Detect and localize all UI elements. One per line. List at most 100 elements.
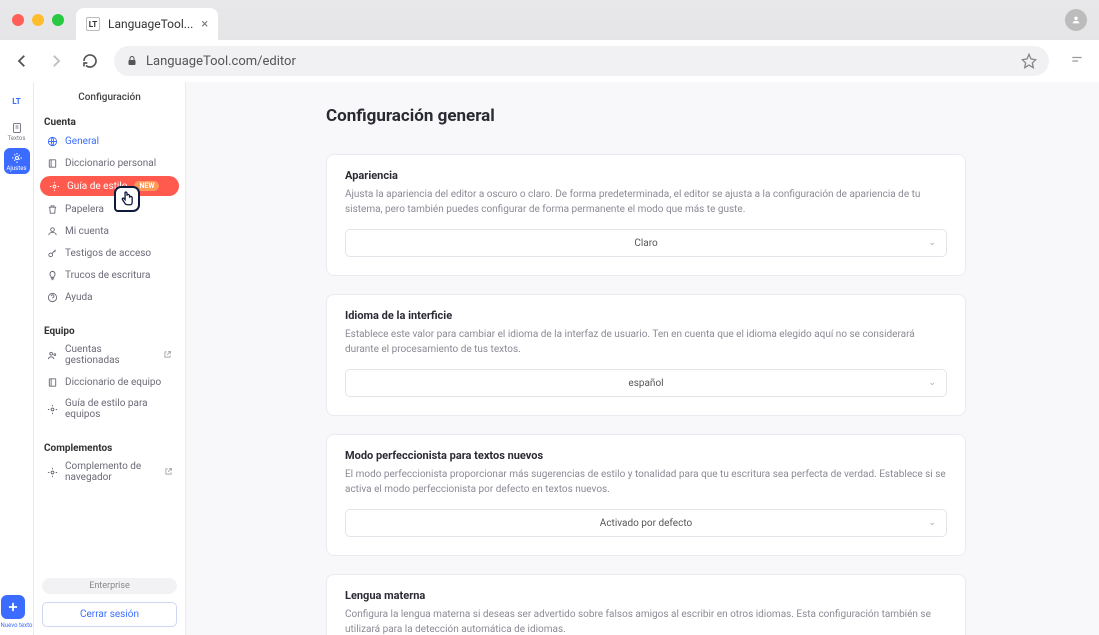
user-icon <box>46 225 58 237</box>
close-window-button[interactable] <box>12 14 24 26</box>
sidebar-item-general[interactable]: General <box>34 130 185 152</box>
minimize-window-button[interactable] <box>32 14 44 26</box>
chevron-down-icon: ⌄ <box>928 518 936 528</box>
sidebar-item-label: Diccionario de equipo <box>65 377 161 388</box>
users-icon <box>46 349 58 361</box>
lightbulb-icon <box>46 269 58 281</box>
sparkle-icon <box>48 180 60 192</box>
sidebar-item-label: Papelera <box>65 204 104 215</box>
help-icon <box>46 291 58 303</box>
card-desc: Ajusta la apariencia del editor a oscuro… <box>345 188 947 217</box>
sidebar-item-label: Mi cuenta <box>65 226 109 237</box>
browser-tab[interactable]: LT LanguageTool... × <box>76 8 218 40</box>
signout-button[interactable]: Cerrar sesión <box>42 602 177 627</box>
card-idioma: Idioma de la interficie Establece este v… <box>326 294 966 416</box>
section-heading-complementos: Complementos <box>34 437 185 456</box>
rail-new-label: Nuevo texto <box>1 623 33 629</box>
left-rail: LT Textos Ajustes Nuevo texto <box>0 82 34 635</box>
url-text: LanguageTool.com/editor <box>146 54 296 69</box>
chevron-down-icon: ⌄ <box>928 378 936 388</box>
maximize-window-button[interactable] <box>52 14 64 26</box>
reload-button[interactable] <box>80 51 100 71</box>
select-idioma[interactable]: español ⌄ <box>345 369 947 397</box>
external-link-icon <box>163 350 173 360</box>
card-desc: Configura la lengua materna si deseas se… <box>345 608 947 635</box>
select-value: Claro <box>634 238 657 249</box>
address-bar[interactable]: LanguageTool.com/editor <box>114 46 1049 76</box>
browser-chrome: LT LanguageTool... × LanguageTool.com/ed… <box>0 0 1099 82</box>
sidebar-item-guia-equipos[interactable]: Guía de estilo para equipos <box>34 393 185 425</box>
favicon-icon: LT <box>86 17 100 31</box>
select-apariencia[interactable]: Claro ⌄ <box>345 229 947 257</box>
card-title: Idioma de la interficie <box>345 309 947 322</box>
book-icon <box>46 376 58 388</box>
sidebar-item-label: General <box>65 136 99 147</box>
select-value: Activado por defecto <box>600 518 692 529</box>
rail-textos[interactable]: Textos <box>4 118 30 144</box>
card-title: Modo perfeccionista para textos nuevos <box>345 449 947 462</box>
card-title: Apariencia <box>345 169 947 182</box>
card-desc: El modo perfeccionista proporcionar más … <box>345 468 947 497</box>
rail-logo[interactable]: LT <box>4 88 30 114</box>
puzzle-icon <box>46 466 58 478</box>
forward-button <box>46 51 66 71</box>
section-heading-cuenta: Cuenta <box>34 111 185 130</box>
sidebar-item-ayuda[interactable]: Ayuda <box>34 286 185 308</box>
external-link-icon <box>164 467 173 477</box>
sidebar-footer: Enterprise Cerrar sesión <box>34 570 185 635</box>
select-value: español <box>628 378 663 389</box>
sidebar-item-trucos[interactable]: Trucos de escritura <box>34 264 185 286</box>
page-title: Configuración general <box>326 106 966 126</box>
sidebar-item-micuenta[interactable]: Mi cuenta <box>34 220 185 242</box>
rail-label: Ajustes <box>7 166 27 172</box>
book-icon <box>46 157 58 169</box>
titlebar: LT LanguageTool... × <box>0 0 1099 40</box>
sidebar-item-label: Cuentas gestionadas <box>65 344 156 366</box>
card-perfeccionista: Modo perfeccionista para textos nuevos E… <box>326 434 966 556</box>
sidebar-item-testigos[interactable]: Testigos de acceso <box>34 242 185 264</box>
sidebar-item-diccionario[interactable]: Diccionario personal <box>34 152 185 174</box>
sidebar-item-label: Complemento de navegador <box>65 461 157 483</box>
back-button[interactable] <box>12 51 32 71</box>
sidebar-item-papelera[interactable]: Papelera <box>34 198 185 220</box>
sidebar-item-complemento-navegador[interactable]: Complemento de navegador <box>34 456 185 488</box>
chevron-down-icon: ⌄ <box>928 238 936 248</box>
tab-title: LanguageTool... <box>108 17 193 31</box>
profile-avatar-icon[interactable] <box>1065 9 1087 31</box>
tab-close-icon[interactable]: × <box>201 17 208 32</box>
rail-label: Textos <box>8 136 26 142</box>
document-icon <box>10 121 24 135</box>
sidebar-item-label: Trucos de escritura <box>65 270 150 281</box>
sidebar-item-label: Testigos de acceso <box>65 248 151 259</box>
logo-icon: LT <box>10 94 24 108</box>
sidebar-item-label: Diccionario personal <box>65 158 156 169</box>
sidebar-item-cuentas-gestionadas[interactable]: Cuentas gestionadas <box>34 339 185 371</box>
card-desc: Establece este valor para cambiar el idi… <box>345 328 947 357</box>
section-heading-equipo: Equipo <box>34 320 185 339</box>
select-perfeccionista[interactable]: Activado por defecto ⌄ <box>345 509 947 537</box>
sidebar-title: Configuración <box>34 82 185 111</box>
new-text-button[interactable] <box>1 595 25 619</box>
settings-sidebar: Configuración Cuenta General Diccionario… <box>34 82 186 635</box>
sidebar-item-guia-estilo[interactable]: Guía de estilo NEW <box>40 176 179 196</box>
lock-icon <box>126 55 138 67</box>
main-content: Configuración general Apariencia Ajusta … <box>186 82 1099 635</box>
window-controls <box>12 14 64 26</box>
app-shell: LT Textos Ajustes Nuevo texto Configurac… <box>0 82 1099 635</box>
card-apariencia: Apariencia Ajusta la apariencia del edit… <box>326 154 966 276</box>
card-title: Lengua materna <box>345 589 947 602</box>
card-lengua-materna: Lengua materna Configura la lengua mater… <box>326 574 966 635</box>
key-icon <box>46 247 58 259</box>
bookmark-star-icon[interactable] <box>1021 53 1037 69</box>
sidebar-item-label: Guía de estilo para equipos <box>65 398 173 420</box>
sidebar-item-diccionario-equipo[interactable]: Diccionario de equipo <box>34 371 185 393</box>
browser-toolbar: LanguageTool.com/editor <box>0 40 1099 82</box>
trash-icon <box>46 203 58 215</box>
rail-bottom: Nuevo texto <box>1 595 33 629</box>
chrome-menu-icon[interactable] <box>1067 51 1087 71</box>
sidebar-item-label: Ayuda <box>65 292 93 303</box>
rail-ajustes[interactable]: Ajustes <box>4 148 30 174</box>
pointer-cursor-icon <box>114 186 140 212</box>
globe-icon <box>46 135 58 147</box>
sparkle-icon <box>46 403 58 415</box>
